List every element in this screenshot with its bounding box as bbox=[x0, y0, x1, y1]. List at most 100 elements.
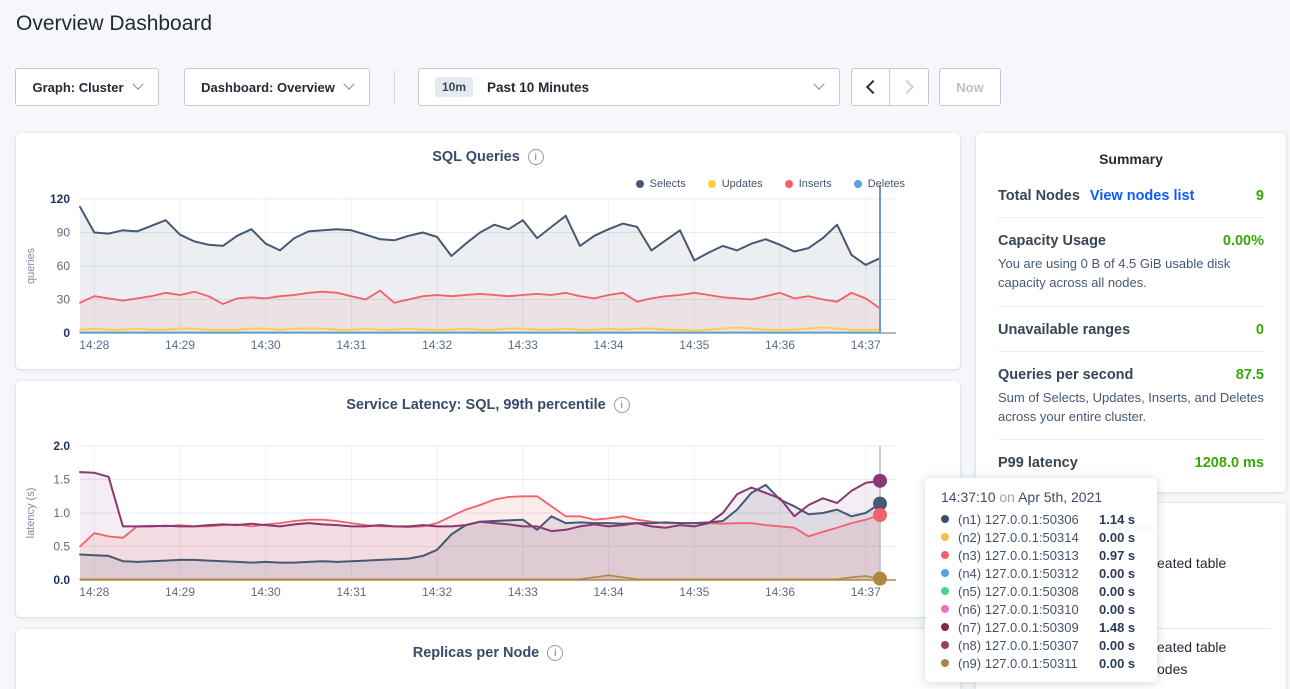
summary-title: Summary bbox=[998, 133, 1264, 173]
p99-latency-value: 1208.0 ms bbox=[1195, 455, 1264, 471]
p99-latency-label: P99 latency bbox=[998, 455, 1078, 471]
total-nodes-label: Total Nodes bbox=[998, 188, 1080, 204]
tooltip-node-row: (n6) 127.0.0.1:503100.00 s bbox=[941, 600, 1143, 618]
x-tick-label: 14:31 bbox=[336, 338, 366, 352]
dashboard-dropdown-label: Dashboard: Overview bbox=[201, 80, 335, 95]
highlight-dot bbox=[873, 508, 887, 522]
node-color-dot-icon bbox=[941, 533, 949, 541]
x-tick-label: 14:30 bbox=[251, 338, 281, 352]
node-color-dot-icon bbox=[941, 587, 949, 595]
page-title: Overview Dashboard bbox=[16, 12, 212, 36]
capacity-usage-description: You are using 0 B of 4.5 GiB usable disk… bbox=[998, 255, 1264, 293]
unavailable-ranges-value: 0 bbox=[1256, 322, 1264, 338]
node-latency-value: 0.00 s bbox=[1099, 530, 1135, 545]
time-nav-group bbox=[851, 68, 929, 106]
x-tick-label: 14:37 bbox=[851, 338, 881, 352]
info-icon[interactable]: i bbox=[547, 645, 563, 661]
node-address: (n2) 127.0.0.1:50314 bbox=[958, 530, 1099, 545]
capacity-usage-value: 0.00% bbox=[1223, 233, 1264, 249]
qps-value: 87.5 bbox=[1236, 367, 1264, 383]
legend-item-inserts[interactable]: Inserts bbox=[785, 178, 832, 190]
service-latency-chart[interactable]: 14:2814:2914:3014:3114:3214:3314:3414:35… bbox=[16, 381, 960, 617]
dashboard-dropdown[interactable]: Dashboard: Overview bbox=[184, 68, 370, 106]
overview-dashboard-page: Overview Dashboard Graph: Cluster Dashbo… bbox=[0, 0, 1290, 689]
info-icon[interactable]: i bbox=[528, 149, 544, 165]
tooltip-node-row: (n1) 127.0.0.1:503061.14 s bbox=[941, 510, 1143, 528]
highlight-dot bbox=[873, 572, 887, 586]
x-tick-label: 14:37 bbox=[851, 585, 881, 599]
x-tick-label: 14:33 bbox=[508, 338, 538, 352]
sql-queries-chart[interactable]: 14:2814:2914:3014:3114:3214:3314:3414:35… bbox=[16, 133, 960, 369]
replicas-per-node-title: Replicas per Node i bbox=[16, 645, 960, 661]
node-latency-value: 0.97 s bbox=[1099, 548, 1135, 563]
deletes-dot-icon bbox=[854, 180, 862, 188]
legend-item-selects[interactable]: Selects bbox=[636, 178, 686, 190]
y-tick-label: 0.5 bbox=[53, 540, 70, 554]
legend-item-deletes[interactable]: Deletes bbox=[854, 178, 905, 190]
node-color-dot-icon bbox=[941, 623, 949, 631]
qps-description: Sum of Selects, Updates, Inserts, and De… bbox=[998, 389, 1264, 427]
node-latency-value: 1.48 s bbox=[1099, 620, 1135, 635]
node-color-dot-icon bbox=[941, 659, 949, 667]
x-tick-label: 14:28 bbox=[79, 338, 109, 352]
chevron-down-icon bbox=[813, 79, 824, 90]
info-icon[interactable]: i bbox=[614, 397, 630, 413]
tooltip-node-row: (n9) 127.0.0.1:503110.00 s bbox=[941, 654, 1143, 672]
time-range-badge: 10m bbox=[435, 77, 473, 97]
event-text-fragment: eated table bbox=[1157, 639, 1226, 655]
sql-queries-legend: Selects Updates Inserts Deletes bbox=[636, 178, 905, 190]
summary-row-total-nodes: Total Nodes View nodes list 9 bbox=[998, 173, 1264, 218]
view-nodes-list-link[interactable]: View nodes list bbox=[1090, 188, 1195, 204]
y-tick-label: 120 bbox=[50, 192, 70, 206]
legend-item-updates[interactable]: Updates bbox=[708, 178, 763, 190]
tooltip-node-row: (n7) 127.0.0.1:503091.48 s bbox=[941, 618, 1143, 636]
node-address: (n4) 127.0.0.1:50312 bbox=[958, 566, 1099, 581]
tooltip-node-row: (n5) 127.0.0.1:503080.00 s bbox=[941, 582, 1143, 600]
x-tick-label: 14:36 bbox=[765, 338, 795, 352]
chevron-down-icon bbox=[132, 79, 143, 90]
x-tick-label: 14:30 bbox=[251, 585, 281, 599]
unavailable-ranges-label: Unavailable ranges bbox=[998, 322, 1130, 338]
node-latency-value: 0.00 s bbox=[1099, 566, 1135, 581]
x-tick-label: 14:32 bbox=[422, 585, 452, 599]
highlight-dot bbox=[873, 474, 887, 488]
node-address: (n9) 127.0.0.1:50311 bbox=[958, 656, 1099, 671]
graph-dropdown-label: Graph: Cluster bbox=[32, 80, 123, 95]
chevron-left-icon bbox=[865, 80, 879, 94]
x-tick-label: 14:29 bbox=[165, 338, 195, 352]
sql-queries-card: SQL Queries i Selects Updates Inserts De… bbox=[16, 133, 960, 369]
summary-row-unavailable-ranges: Unavailable ranges 0 bbox=[998, 307, 1264, 352]
graph-dropdown[interactable]: Graph: Cluster bbox=[15, 68, 159, 106]
selects-dot-icon bbox=[636, 180, 644, 188]
x-tick-label: 14:33 bbox=[508, 585, 538, 599]
time-next-button[interactable] bbox=[890, 68, 929, 106]
tooltip-timestamp: 14:37:10 on Apr 5th, 2021 bbox=[941, 489, 1143, 505]
node-color-dot-icon bbox=[941, 641, 949, 649]
summary-row-capacity: Capacity Usage 0.00% You are using 0 B o… bbox=[998, 218, 1264, 307]
x-tick-label: 14:36 bbox=[765, 585, 795, 599]
summary-panel: Summary Total Nodes View nodes list 9 Ca… bbox=[976, 133, 1286, 492]
tooltip-node-row: (n3) 127.0.0.1:503130.97 s bbox=[941, 546, 1143, 564]
node-address: (n1) 127.0.0.1:50306 bbox=[958, 512, 1099, 527]
chevron-down-icon bbox=[343, 79, 354, 90]
node-color-dot-icon bbox=[941, 551, 949, 559]
updates-dot-icon bbox=[708, 180, 716, 188]
y-tick-label: 1.5 bbox=[53, 473, 70, 487]
node-address: (n6) 127.0.0.1:50310 bbox=[958, 602, 1099, 617]
node-latency-value: 0.00 s bbox=[1099, 584, 1135, 599]
time-range-selector[interactable]: 10m Past 10 Minutes bbox=[418, 68, 840, 106]
tooltip-node-row: (n2) 127.0.0.1:503140.00 s bbox=[941, 528, 1143, 546]
capacity-usage-label: Capacity Usage bbox=[998, 233, 1106, 249]
node-address: (n5) 127.0.0.1:50308 bbox=[958, 584, 1099, 599]
time-prev-button[interactable] bbox=[851, 68, 890, 106]
total-nodes-value: 9 bbox=[1256, 188, 1264, 204]
event-text-fragment: odes bbox=[1157, 661, 1187, 677]
tooltip-node-rows: (n1) 127.0.0.1:503061.14 s(n2) 127.0.0.1… bbox=[941, 510, 1143, 672]
x-tick-label: 14:35 bbox=[679, 585, 709, 599]
node-color-dot-icon bbox=[941, 569, 949, 577]
y-tick-label: 30 bbox=[57, 293, 71, 307]
service-latency-title: Service Latency: SQL, 99th percentile i bbox=[16, 397, 960, 413]
y-tick-label: 1.0 bbox=[53, 506, 70, 520]
now-button[interactable]: Now bbox=[939, 68, 1001, 106]
time-range-label: Past 10 Minutes bbox=[487, 80, 589, 95]
